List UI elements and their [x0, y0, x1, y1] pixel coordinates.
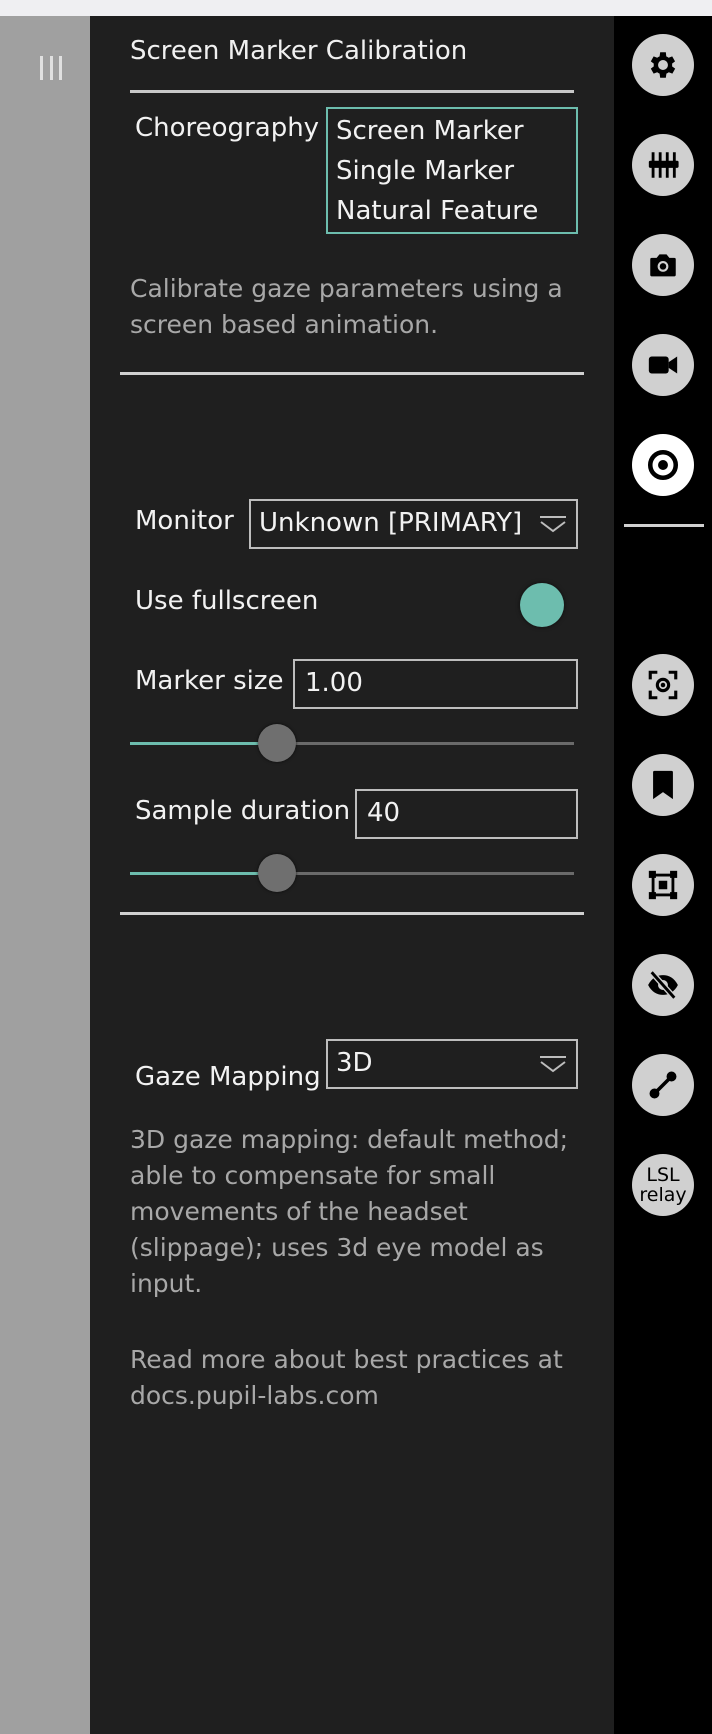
read-more-text: Read more about best practices at docs.p… — [130, 1345, 563, 1410]
choreography-option[interactable]: Screen Marker — [336, 116, 524, 146]
lsl-relay-label-top: LSL — [646, 1164, 680, 1186]
video-icon — [648, 356, 678, 374]
sample-duration-slider-fill — [130, 872, 278, 875]
eye-off-icon — [648, 970, 678, 1000]
marker-size-label: Marker size — [135, 666, 284, 696]
panel-title: Screen Marker Calibration — [130, 36, 468, 66]
connection-icon — [649, 1071, 677, 1099]
chevron-down-icon — [540, 1056, 566, 1073]
choreography-option[interactable]: Single Marker — [336, 156, 514, 186]
plugin-icon-bar: LSL relay — [614, 16, 712, 1734]
choreography-label: Choreography — [135, 113, 320, 143]
lsl-relay-button[interactable]: LSL relay — [632, 1154, 694, 1216]
gaze-mapping-description: 3D gaze mapping: default method; able to… — [130, 1125, 569, 1298]
camera-icon — [650, 254, 676, 277]
sample-duration-label: Sample duration — [135, 796, 351, 826]
surface-tracker-icon — [648, 870, 678, 900]
choreography-option[interactable]: Natural Feature — [336, 196, 538, 226]
calibration-description: Calibrate gaze parameters using a screen… — [130, 274, 563, 339]
bookmark-icon — [653, 770, 673, 800]
annotation-button[interactable] — [632, 754, 694, 816]
calibration-button[interactable] — [632, 434, 694, 496]
title-divider — [130, 90, 574, 93]
marker-size-slider-fill — [130, 742, 278, 745]
sample-duration-input[interactable]: 40 — [355, 789, 578, 839]
fullscreen-label: Use fullscreen — [135, 586, 319, 616]
gaze-mapping-value: 3D — [336, 1048, 373, 1078]
gaze-mapping-label: Gaze Mapping — [135, 1062, 321, 1092]
sample-duration-value: 40 — [367, 798, 401, 828]
monitor-select[interactable]: Unknown [PRIMARY] — [249, 499, 578, 549]
icon-bar-divider — [624, 524, 704, 527]
chevron-down-icon — [540, 516, 566, 533]
settings-button[interactable] — [632, 34, 694, 96]
monitor-value: Unknown [PRIMARY] — [259, 508, 523, 538]
fullscreen-toggle[interactable] — [520, 583, 564, 627]
marker-size-value: 1.00 — [305, 668, 363, 698]
monitor-label: Monitor — [135, 506, 234, 536]
marker-size-input[interactable]: 1.00 — [293, 659, 578, 709]
focus-camera-icon — [648, 670, 678, 700]
sample-duration-slider-handle[interactable] — [258, 854, 296, 892]
capture-button[interactable] — [632, 234, 694, 296]
target-icon — [647, 449, 679, 481]
plugin-manager-button[interactable] — [632, 134, 694, 196]
blink-detection-button[interactable] — [632, 954, 694, 1016]
section-divider — [120, 372, 584, 375]
section-divider — [120, 912, 584, 915]
gaze-mapping-select[interactable]: 3D — [326, 1039, 578, 1089]
marker-size-slider-handle[interactable] — [258, 724, 296, 762]
gear-icon — [650, 52, 676, 78]
surface-tracker-button[interactable] — [632, 854, 694, 916]
network-api-button[interactable] — [632, 1054, 694, 1116]
window-top-bar — [0, 0, 712, 16]
fixation-detector-button[interactable] — [632, 654, 694, 716]
lsl-relay-label-bottom: relay — [639, 1184, 687, 1206]
lsl-relay-icon: LSL relay — [639, 1165, 686, 1205]
sliders-icon — [648, 152, 679, 178]
left-strip — [0, 16, 90, 1734]
drag-handle-icon[interactable] — [40, 56, 62, 82]
choreography-list[interactable]: Screen Marker Single Marker Natural Feat… — [326, 107, 578, 234]
recorder-button[interactable] — [632, 334, 694, 396]
calibration-panel: Screen Marker Calibration Choreography S… — [90, 16, 614, 1734]
